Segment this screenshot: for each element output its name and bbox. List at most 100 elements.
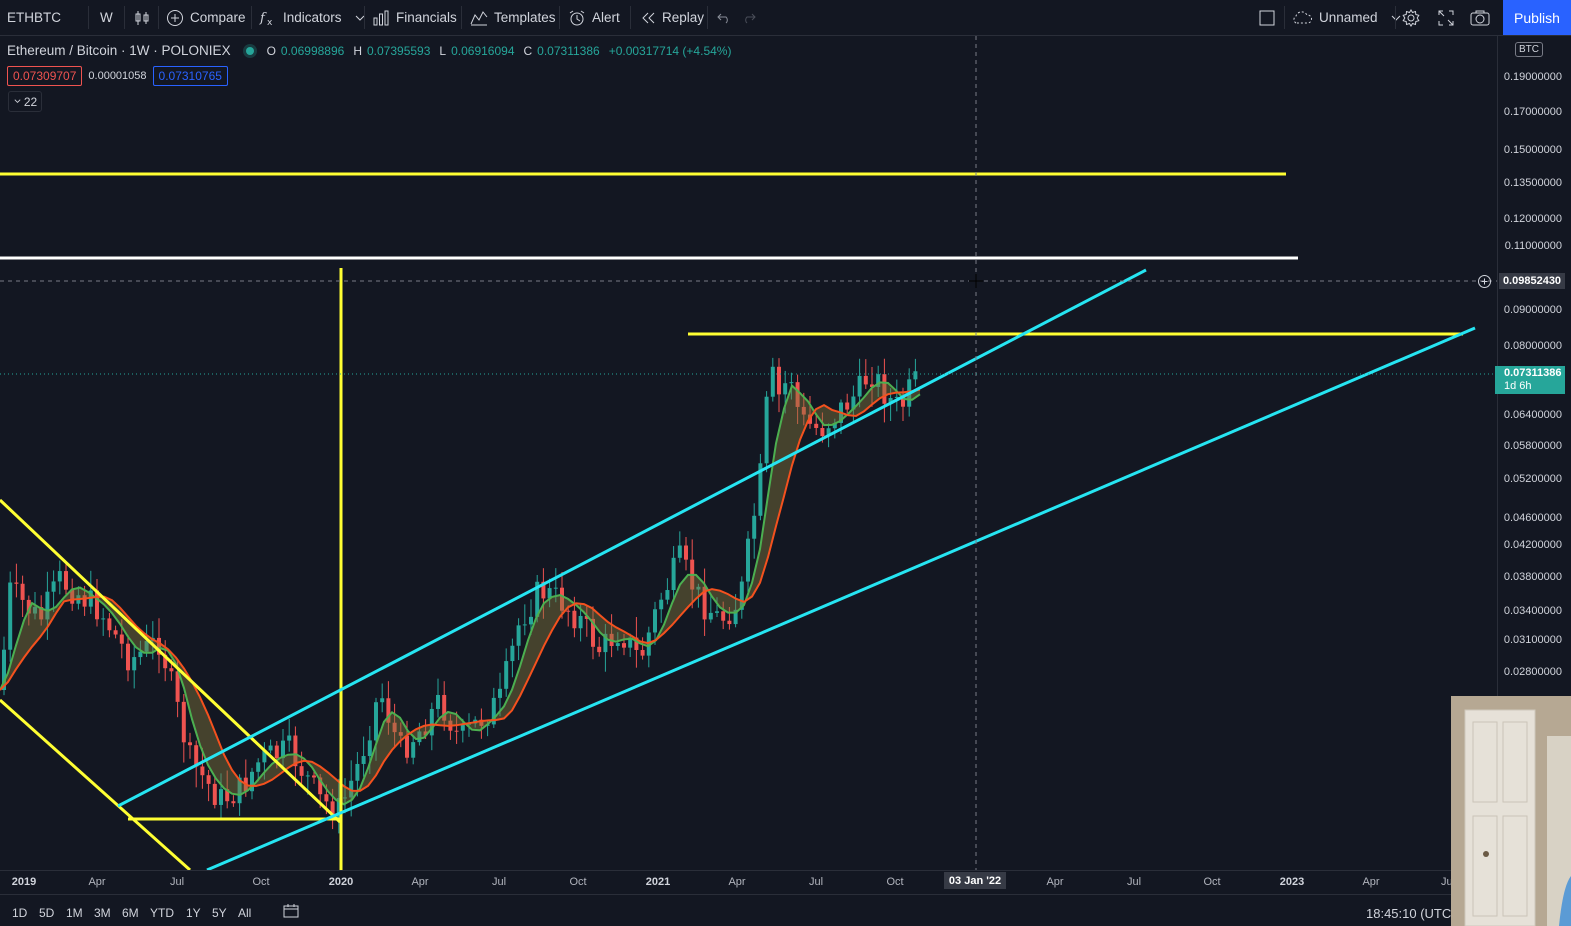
candle-body	[355, 763, 360, 781]
close-label: C	[523, 43, 533, 58]
candle-body	[20, 583, 25, 600]
time-tick: 2021	[645, 876, 671, 888]
plus-circle-icon[interactable]	[1477, 274, 1492, 289]
candle-body	[181, 701, 186, 743]
candle-body	[529, 616, 533, 625]
candle-body	[169, 668, 174, 672]
time-axis[interactable]: 2019 Apr Jul Oct 2020 Apr Jul Oct 2021 Apr Jul Oct A…	[0, 870, 1497, 892]
change-value: +0.00317714 (+4.54%)	[608, 43, 732, 58]
high-value: 0.07395593	[367, 43, 431, 58]
price-tick: 0.04200000	[1503, 539, 1562, 551]
undo-button[interactable]	[716, 0, 732, 35]
time-tick: Oct	[252, 876, 270, 888]
indicators-count: 22	[23, 94, 38, 109]
candle-body	[820, 427, 825, 437]
svg-text:f: f	[259, 11, 267, 26]
candle-body	[51, 581, 56, 592]
candle-body	[510, 645, 515, 662]
financials-button[interactable]: Financials	[372, 0, 457, 35]
legend-title[interactable]: Ethereum / Bitcoin · 1W · POLONIEX	[7, 43, 231, 58]
interval-label: W	[100, 10, 113, 25]
market-open-dot	[245, 46, 254, 55]
range-button-ytd[interactable]: YTD	[150, 906, 174, 920]
replay-button[interactable]: Replay	[640, 0, 704, 35]
open-value: 0.06998896	[280, 43, 345, 58]
candle-body	[721, 611, 726, 621]
indicators-collapse-button[interactable]: 22	[8, 91, 42, 112]
fullscreen-button[interactable]	[1437, 0, 1455, 35]
indicators-button[interactable]: fx Indicators	[259, 0, 366, 35]
layout-toggle-button[interactable]	[1258, 0, 1276, 35]
range-button-6m[interactable]: 6M	[122, 906, 139, 920]
candle-body	[119, 634, 124, 644]
low-label: L	[439, 43, 447, 58]
compare-button[interactable]: Compare	[166, 0, 246, 35]
candle-body	[522, 624, 527, 626]
candle-body	[411, 742, 416, 758]
symbol-search[interactable]: ETHBTC	[7, 0, 61, 35]
range-button-3m[interactable]: 3M	[94, 906, 111, 920]
candle-body	[857, 375, 862, 397]
gear-icon	[1402, 8, 1420, 27]
webcam-overlay	[1451, 696, 1571, 926]
currency-badge[interactable]: BTC	[1515, 42, 1543, 57]
price-tick: 0.13500000	[1503, 177, 1562, 189]
divider	[630, 6, 631, 29]
range-button-1d[interactable]: 1D	[12, 906, 27, 920]
range-button-1y[interactable]: 1Y	[186, 906, 201, 920]
candle-body	[299, 766, 304, 776]
candle-body	[64, 571, 68, 590]
price-tick: 0.03400000	[1503, 605, 1562, 617]
publish-button[interactable]: Publish	[1503, 0, 1571, 35]
ascending-channel-upper[interactable]	[117, 268, 1147, 808]
chart-type-button[interactable]	[133, 0, 151, 35]
layout-name-label: Unnamed	[1319, 10, 1378, 25]
fullscreen-icon	[1438, 10, 1454, 25]
candle-body	[305, 775, 310, 777]
candle-body	[460, 724, 465, 731]
time-tick: Jul	[808, 876, 824, 888]
alert-button[interactable]: Alert	[568, 0, 620, 35]
settings-button[interactable]	[1401, 0, 1421, 35]
interval-button[interactable]: W	[100, 0, 113, 35]
candle-body	[578, 615, 583, 629]
last-price-label: 0.07311386 1d 6h	[1495, 366, 1565, 394]
candle-body	[498, 688, 502, 698]
divider	[1284, 6, 1285, 29]
calendar-range-icon[interactable]	[283, 904, 299, 918]
candle-body	[367, 740, 372, 757]
range-button-all[interactable]: All	[238, 906, 251, 920]
snapshot-button[interactable]	[1469, 0, 1491, 35]
time-tick: Apr	[88, 876, 106, 888]
candle-body	[727, 620, 732, 625]
price-chart[interactable]	[0, 36, 1497, 870]
chevron-down-icon	[14, 99, 21, 104]
range-button-5y[interactable]: 5Y	[212, 906, 227, 920]
candle-body	[8, 582, 13, 650]
time-tick: Oct	[886, 876, 904, 888]
divider	[1395, 6, 1396, 29]
sell-price-button[interactable]: 0.07309707	[7, 66, 83, 86]
utc-clock[interactable]: 18:45:10 (UTC)	[1366, 906, 1456, 921]
layout-name-button[interactable]: Unnamed	[1291, 0, 1402, 35]
bid-ask-boxes: 0.07309707 0.00001058 0.07310765	[7, 66, 228, 86]
low-value: 0.06916094	[451, 43, 515, 58]
time-tick: Apr	[1046, 876, 1064, 888]
templates-button[interactable]: Templates	[470, 0, 556, 35]
candle-body	[132, 657, 137, 671]
candle-body	[374, 702, 378, 741]
range-button-1m[interactable]: 1M	[66, 906, 83, 920]
buy-price-button[interactable]: 0.07310765	[152, 66, 228, 86]
divider	[124, 6, 125, 29]
price-tick: 0.06400000	[1503, 409, 1562, 421]
redo-button[interactable]	[741, 0, 757, 35]
price-tick: 0.15000000	[1503, 144, 1562, 156]
financials-bars-icon	[373, 10, 389, 25]
fx-icon: fx	[259, 11, 273, 27]
candle-body	[405, 735, 409, 758]
descending-channel-upper[interactable]	[0, 498, 342, 824]
divider	[88, 6, 89, 29]
range-button-5d[interactable]: 5D	[39, 906, 54, 920]
open-label: O	[266, 43, 276, 58]
candle-body	[572, 610, 577, 629]
